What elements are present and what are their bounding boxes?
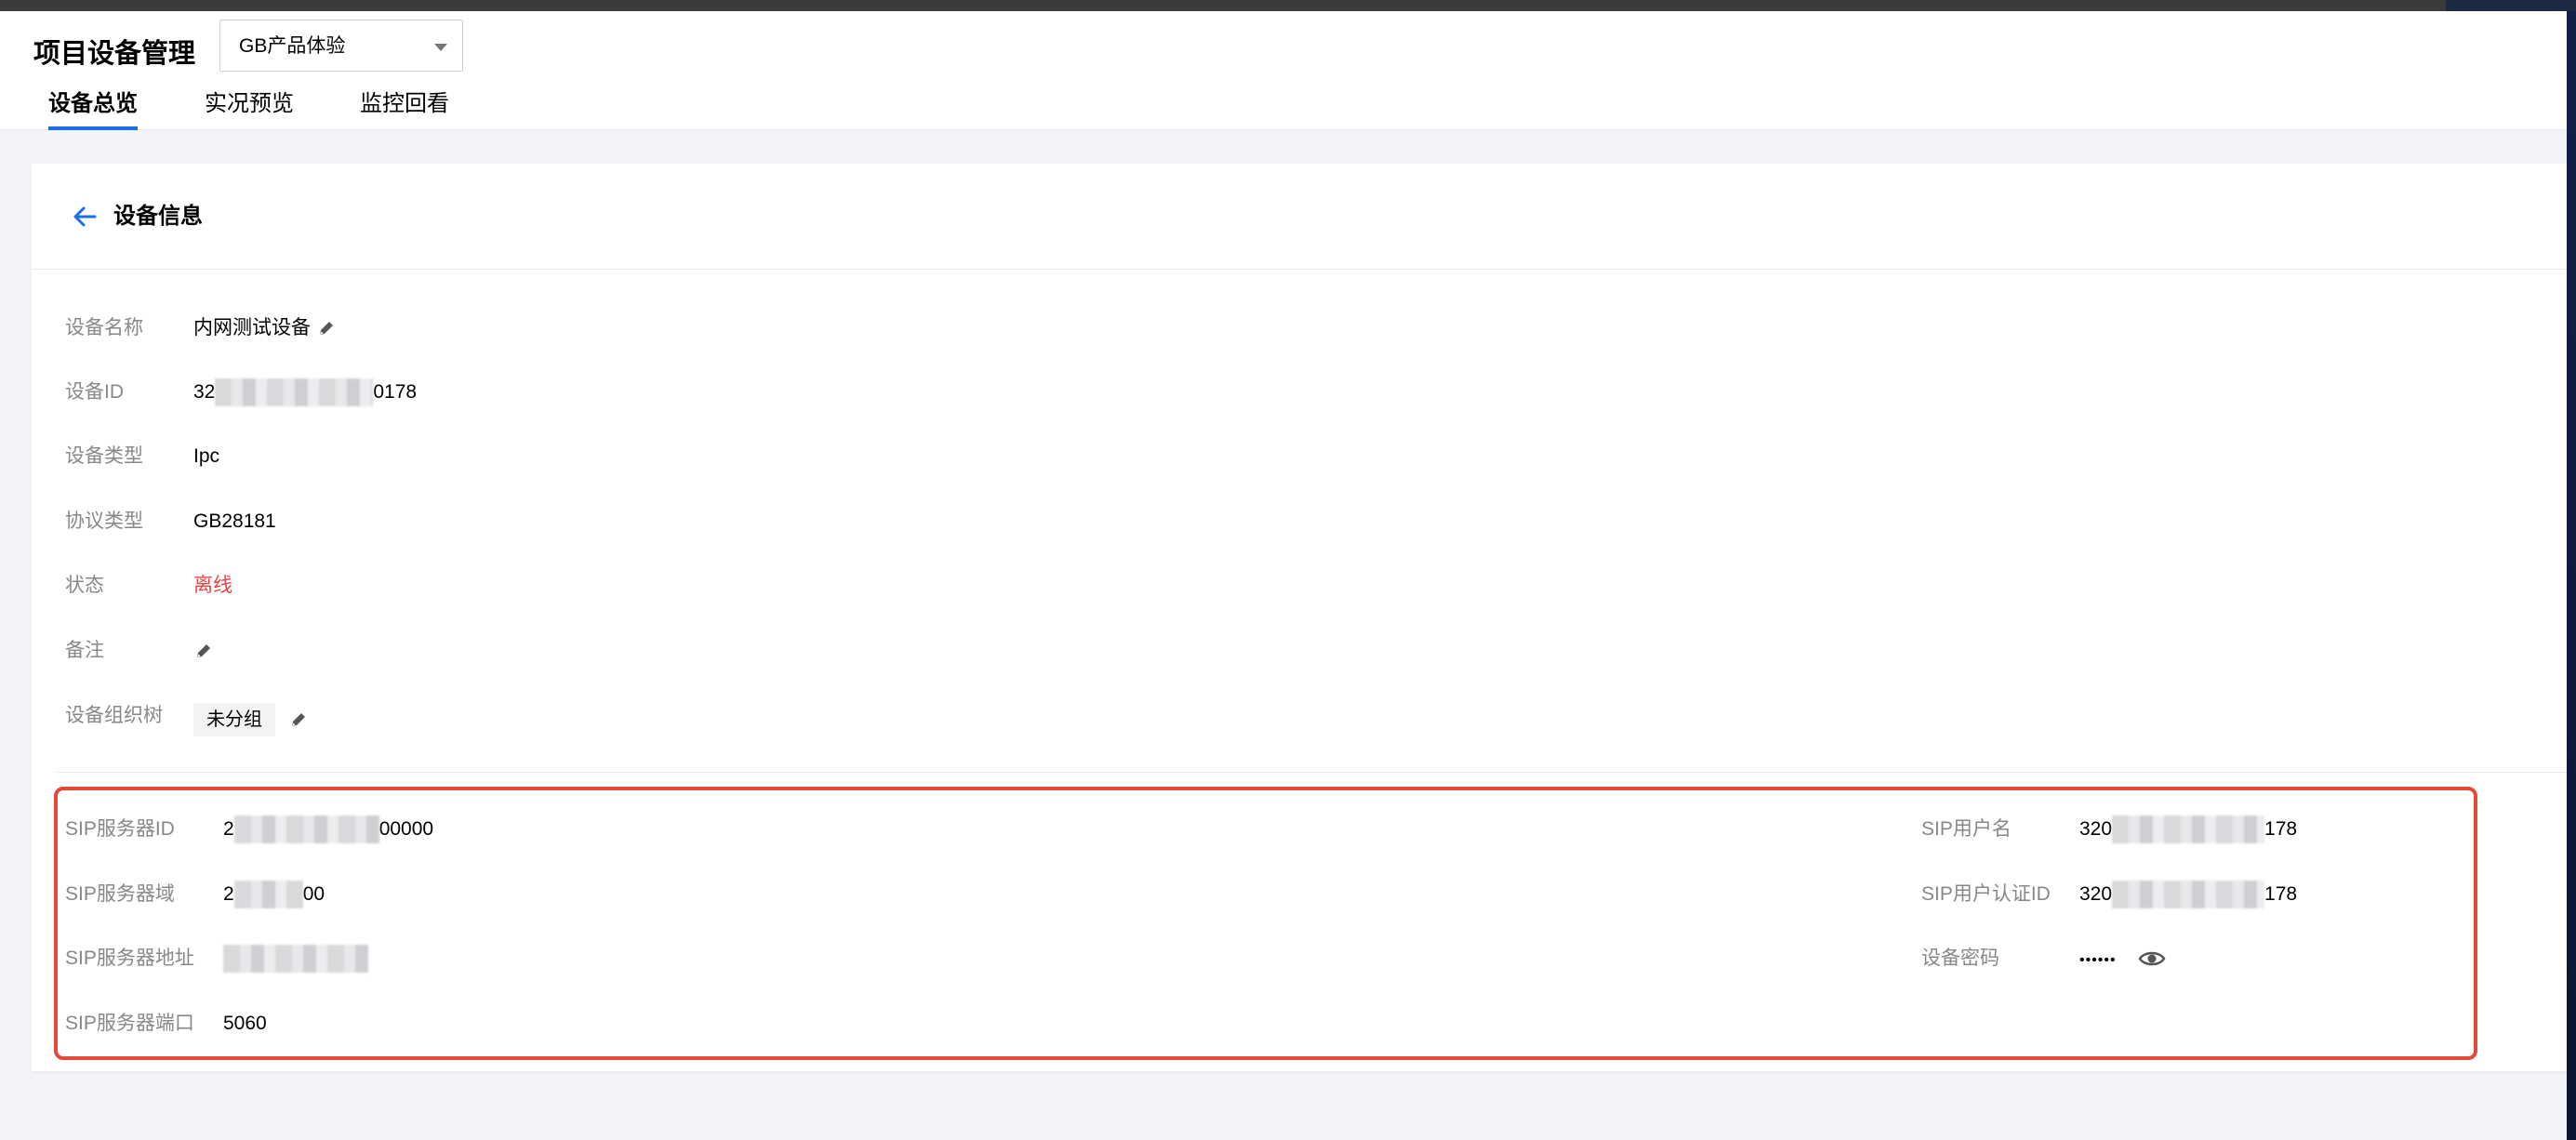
chevron-down-icon (434, 44, 447, 51)
redacted-block (2112, 815, 2265, 844)
sip-server-port-label: SIP服务器端口 (65, 1013, 194, 1034)
sip-auth-id-prefix: 320 (2079, 883, 2113, 905)
redacted-block (233, 815, 379, 844)
sip-auth-id-label: SIP用户认证ID (1921, 883, 2051, 905)
sip-username-suffix: 178 (2264, 818, 2298, 840)
card-title: 设备信息 (113, 204, 203, 229)
device-name-label: 设备名称 (65, 317, 143, 338)
remark-label: 备注 (65, 640, 104, 661)
device-id-suffix: 0178 (373, 381, 418, 403)
sip-server-id-prefix: 2 (223, 818, 234, 840)
sip-username-row: SIP用户名 320 178 (1921, 811, 2442, 848)
sip-server-id-suffix: 00000 (378, 818, 434, 840)
card-header: 设备信息 (32, 164, 2567, 270)
org-tree-label: 设备组织树 (65, 705, 163, 726)
section-divider (56, 772, 2567, 773)
tab-live-preview[interactable]: 实况预览 (205, 89, 294, 130)
sip-server-domain-prefix: 2 (223, 883, 234, 905)
arrow-left-icon[interactable] (71, 203, 99, 231)
device-password-value: •••••• (2079, 952, 2117, 968)
device-type-label: 设备类型 (65, 445, 143, 467)
status-label: 状态 (65, 575, 104, 596)
device-info-card: 设备信息 设备名称 内网测试设备 设备ID 32 0178 设备类型 Ipc 协议… (32, 164, 2567, 1071)
device-password-label: 设备密码 (1921, 948, 1999, 969)
sip-server-domain-label: SIP服务器域 (65, 883, 175, 905)
redacted-block (223, 945, 368, 974)
device-id-prefix: 32 (193, 381, 216, 403)
tab-playback[interactable]: 监控回看 (360, 89, 449, 130)
device-type-row: 设备类型 Ipc (65, 438, 623, 475)
protocol-label: 协议类型 (65, 510, 143, 532)
remark-row: 备注 (65, 632, 623, 669)
edit-name-icon[interactable] (316, 318, 337, 338)
eye-icon[interactable] (2138, 948, 2166, 969)
sip-auth-id-suffix: 178 (2264, 883, 2298, 905)
sip-username-label: SIP用户名 (1921, 818, 2012, 840)
sip-server-domain-row: SIP服务器域 2 00 (65, 876, 809, 913)
sip-server-port-value: 5060 (223, 1013, 267, 1034)
page-title: 项目设备管理 (33, 39, 196, 69)
device-name-value: 内网测试设备 (193, 317, 311, 338)
page-header: 项目设备管理 GB产品体验 设备总览 实况预览 监控回看 (0, 11, 2567, 130)
redacted-block (2112, 881, 2265, 909)
redacted-block (215, 378, 374, 407)
device-type-value: Ipc (193, 445, 220, 467)
device-password-row: 设备密码 •••••• (1921, 940, 2442, 977)
edit-org-icon[interactable] (288, 709, 309, 730)
project-select[interactable]: GB产品体验 (219, 20, 463, 72)
window-right-edge (2567, 11, 2576, 1140)
sip-server-domain-suffix: 00 (302, 883, 325, 905)
project-select-value: GB产品体验 (239, 35, 346, 57)
org-tree-row: 设备组织树 未分组 (65, 697, 623, 736)
redacted-block (233, 881, 303, 909)
window-top-strip (0, 0, 2576, 11)
sip-server-id-label: SIP服务器ID (65, 818, 175, 840)
protocol-row: 协议类型 GB28181 (65, 503, 623, 540)
status-row: 状态 离线 (65, 567, 623, 604)
device-id-row: 设备ID 32 0178 (65, 374, 623, 411)
sip-server-id-row: SIP服务器ID 2 00000 (65, 811, 809, 848)
protocol-value: GB28181 (193, 510, 276, 532)
device-name-row: 设备名称 内网测试设备 (65, 310, 623, 347)
sip-username-prefix: 320 (2079, 818, 2113, 840)
window-top-corner (2446, 0, 2576, 11)
sip-server-addr-row: SIP服务器地址 (65, 940, 809, 977)
sip-server-port-row: SIP服务器端口 5060 (65, 1005, 809, 1042)
sip-auth-id-row: SIP用户认证ID 320 178 (1921, 876, 2442, 913)
org-tag: 未分组 (193, 703, 275, 736)
edit-remark-icon[interactable] (193, 641, 214, 661)
device-id-label: 设备ID (65, 381, 124, 403)
tab-device-overview[interactable]: 设备总览 (48, 89, 138, 130)
sip-server-addr-label: SIP服务器地址 (65, 948, 194, 969)
status-badge: 离线 (193, 575, 232, 596)
